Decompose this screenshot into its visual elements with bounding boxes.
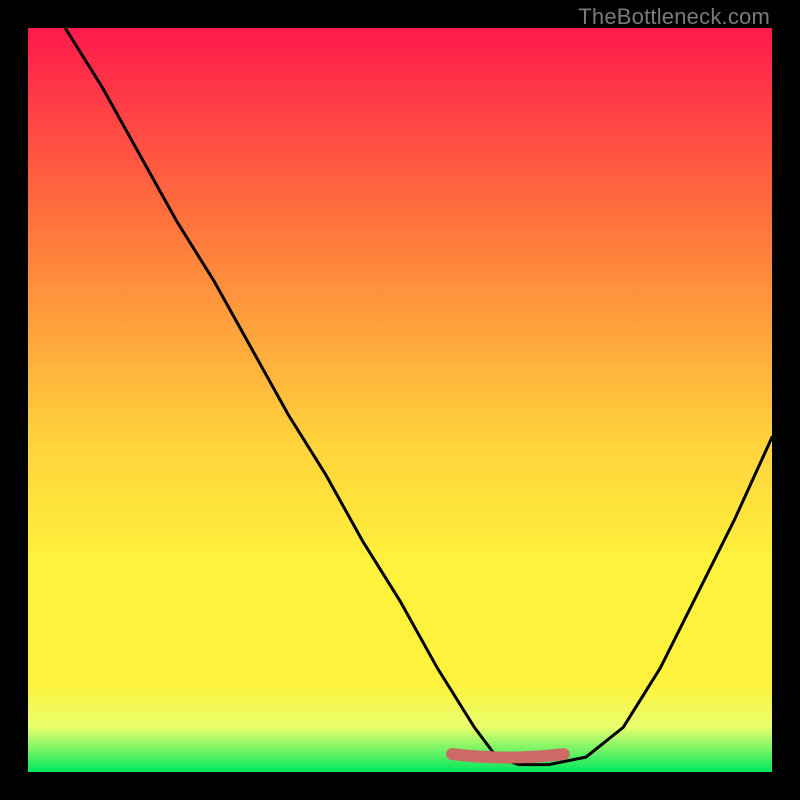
chart-frame xyxy=(28,28,772,772)
valley-marker xyxy=(452,754,564,758)
watermark-text: TheBottleneck.com xyxy=(578,4,770,30)
gradient-background xyxy=(28,28,772,772)
bottleneck-chart xyxy=(28,28,772,772)
